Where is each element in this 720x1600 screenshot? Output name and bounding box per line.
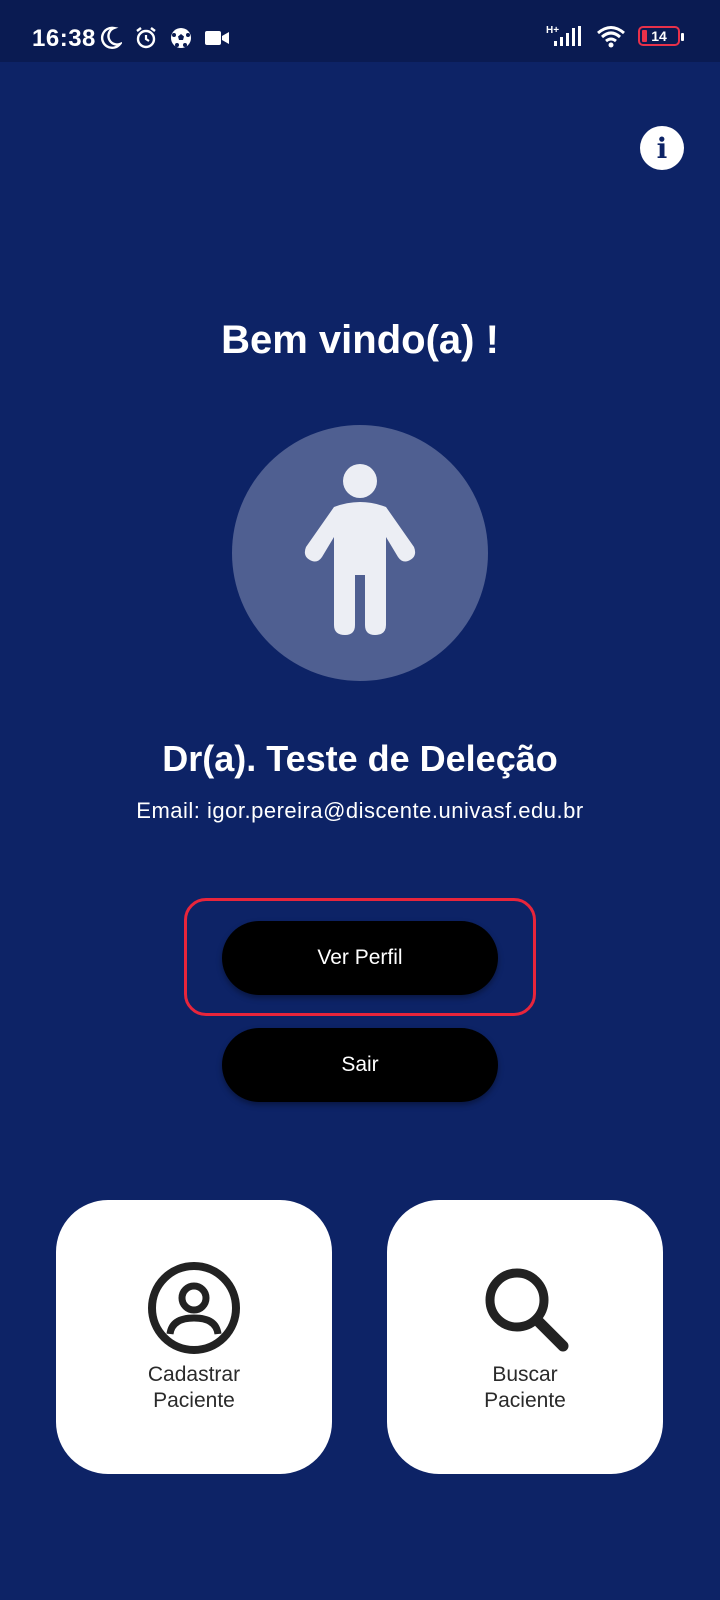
soccer-ball-icon — [170, 27, 192, 49]
moon-icon — [100, 26, 122, 50]
logout-button[interactable]: Sair — [222, 1028, 498, 1102]
avatar — [232, 425, 488, 681]
video-camera-icon — [204, 28, 230, 48]
search-patient-line1: Buscar — [492, 1363, 558, 1386]
register-patient-label: Cadastrar Paciente — [56, 1362, 332, 1414]
user-circle-icon — [148, 1262, 240, 1354]
search-icon — [485, 1268, 569, 1352]
status-time: 16:38 — [32, 25, 96, 52]
register-patient-line2: Paciente — [153, 1389, 235, 1412]
search-patient-button[interactable]: Buscar Paciente — [387, 1200, 663, 1474]
battery-level: 14 — [651, 28, 667, 44]
person-icon — [304, 464, 416, 635]
info-icon: i — [656, 131, 668, 165]
status-bar: 16:38 H+ 14 — [0, 0, 720, 62]
home-screen: 16:38 H+ 14 i Bem vindo(a) ! Dr(a). Test… — [0, 0, 720, 1600]
signal-icon: H+ — [544, 24, 584, 48]
alarm-icon — [134, 26, 158, 50]
network-label: H+ — [546, 25, 559, 36]
status-icons-left — [100, 26, 230, 50]
register-patient-button[interactable]: Cadastrar Paciente — [56, 1200, 332, 1474]
search-patient-line2: Paciente — [484, 1389, 566, 1412]
view-profile-button[interactable]: Ver Perfil — [222, 921, 498, 995]
info-button[interactable]: i — [640, 126, 684, 170]
wifi-icon — [596, 24, 626, 48]
status-icons-right: H+ 14 — [544, 24, 684, 48]
search-patient-label: Buscar Paciente — [387, 1362, 663, 1414]
register-patient-line1: Cadastrar — [147, 1363, 241, 1386]
battery-fill — [642, 30, 647, 42]
welcome-title: Bem vindo(a) ! — [221, 318, 499, 362]
battery-icon: 14 — [638, 26, 684, 46]
doctor-email: Email: igor.pereira@discente.univasf.edu… — [136, 798, 584, 823]
doctor-name: Dr(a). Teste de Deleção — [162, 738, 558, 779]
